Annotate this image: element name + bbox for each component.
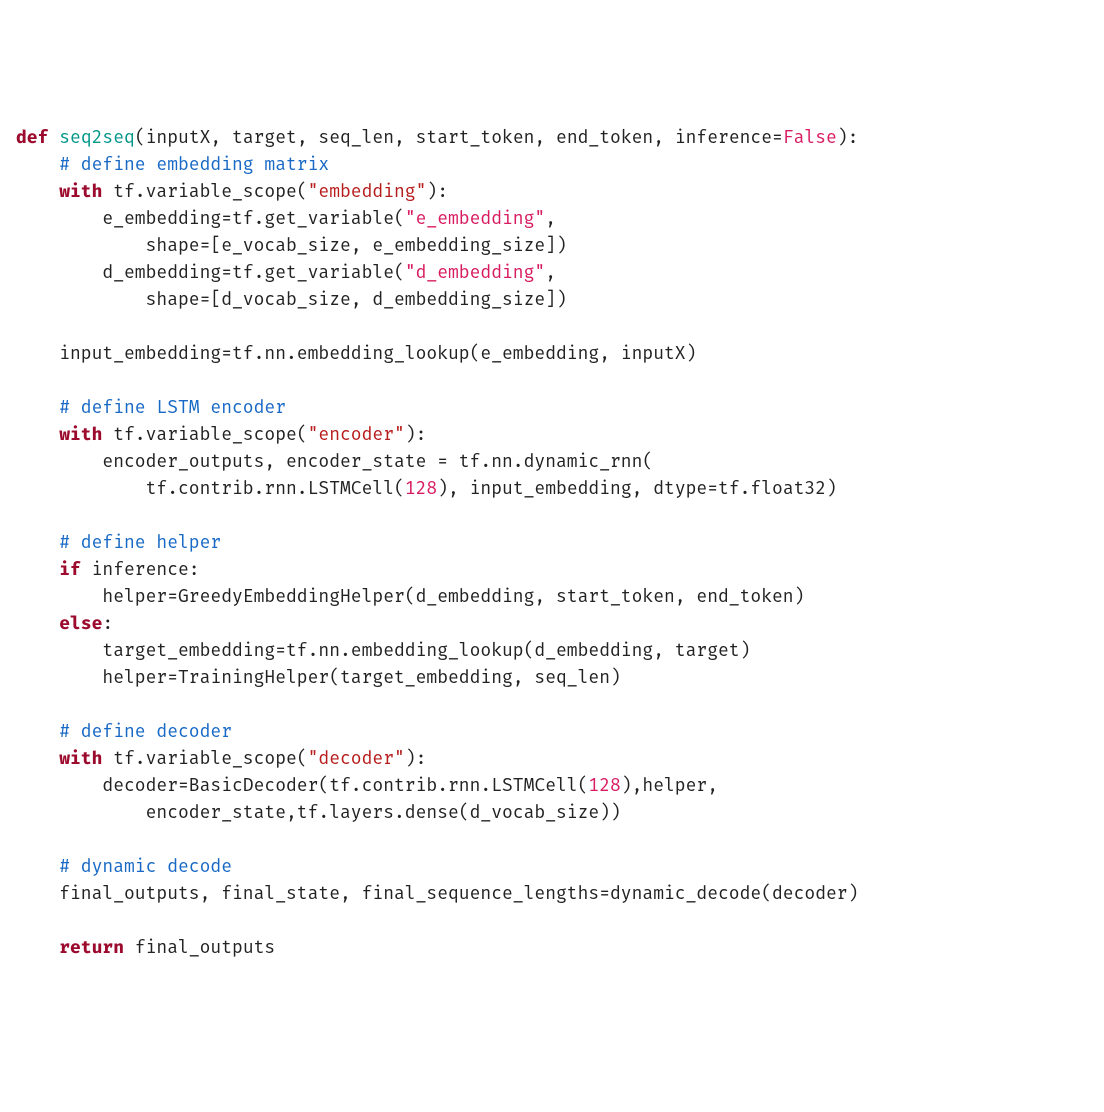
- code-text: decoder=BasicDecoder(tf.contrib.rnn.LSTM…: [16, 774, 588, 796]
- code-text: ), input_embedding, dtype=tf.float32): [437, 477, 837, 499]
- code-text: shape=[d_vocab_size, d_embedding_size]): [16, 288, 567, 310]
- keyword-if: if: [59, 558, 81, 580]
- indent: [16, 531, 59, 553]
- keyword-return: return: [59, 936, 124, 958]
- line-end: ):: [837, 126, 859, 148]
- code-text: ):: [405, 747, 427, 769]
- code-text: tf.variable_scope(: [102, 180, 307, 202]
- string: "e_embedding": [405, 207, 545, 229]
- code-text: helper=TrainingHelper(target_embedding, …: [16, 666, 621, 688]
- indent: [16, 396, 59, 418]
- code-text: :: [102, 612, 113, 634]
- keyword-else: else: [59, 612, 102, 634]
- code-block: def seq2seq(inputX, target, seq_len, sta…: [16, 124, 1088, 961]
- code-text: encoder_outputs, encoder_state = tf.nn.d…: [16, 450, 653, 472]
- code-text: ,: [545, 261, 556, 283]
- indent: [16, 747, 59, 769]
- code-text: final_outputs: [124, 936, 275, 958]
- number: 128: [588, 774, 620, 796]
- code-text: ):: [426, 180, 448, 202]
- code-text: tf.contrib.rnn.LSTMCell(: [16, 477, 405, 499]
- comment: # dynamic decode: [59, 855, 232, 877]
- keyword-with: with: [59, 747, 102, 769]
- code-text: input_embedding=tf.nn.embedding_lookup(e…: [16, 342, 696, 364]
- code-text: target_embedding=tf.nn.embedding_lookup(…: [16, 639, 750, 661]
- string: "encoder": [308, 423, 405, 445]
- string: "d_embedding": [405, 261, 545, 283]
- code-text: final_outputs, final_state, final_sequen…: [16, 882, 858, 904]
- code-text: helper=GreedyEmbeddingHelper(d_embedding…: [16, 585, 804, 607]
- string: "decoder": [308, 747, 405, 769]
- code-text: e_embedding=tf.get_variable(: [16, 207, 405, 229]
- indent: [16, 558, 59, 580]
- keyword-with: with: [59, 180, 102, 202]
- string: "embedding": [308, 180, 427, 202]
- indent: [16, 855, 59, 877]
- number: 128: [405, 477, 437, 499]
- comment: # define decoder: [59, 720, 232, 742]
- comment: # define LSTM encoder: [59, 396, 286, 418]
- code-text: encoder_state,tf.layers.dense(d_vocab_si…: [16, 801, 621, 823]
- code-text: d_embedding=tf.get_variable(: [16, 261, 405, 283]
- bool-false: False: [783, 126, 837, 148]
- code-text: ),helper,: [621, 774, 718, 796]
- keyword-def: def: [16, 126, 48, 148]
- code-text: inference:: [81, 558, 200, 580]
- code-text: tf.variable_scope(: [102, 747, 307, 769]
- code-text: ,: [545, 207, 556, 229]
- comment: # define helper: [59, 531, 221, 553]
- function-name: seq2seq: [59, 126, 135, 148]
- indent: [16, 720, 59, 742]
- indent: [16, 612, 59, 634]
- code-text: tf.variable_scope(: [102, 423, 307, 445]
- comment: # define embedding matrix: [59, 153, 329, 175]
- args: (inputX, target, seq_len, start_token, e…: [135, 126, 783, 148]
- keyword-with: with: [59, 423, 102, 445]
- indent: [16, 423, 59, 445]
- code-text: ):: [405, 423, 427, 445]
- code-text: shape=[e_vocab_size, e_embedding_size]): [16, 234, 567, 256]
- indent: [16, 153, 59, 175]
- indent: [16, 180, 59, 202]
- indent: [16, 936, 59, 958]
